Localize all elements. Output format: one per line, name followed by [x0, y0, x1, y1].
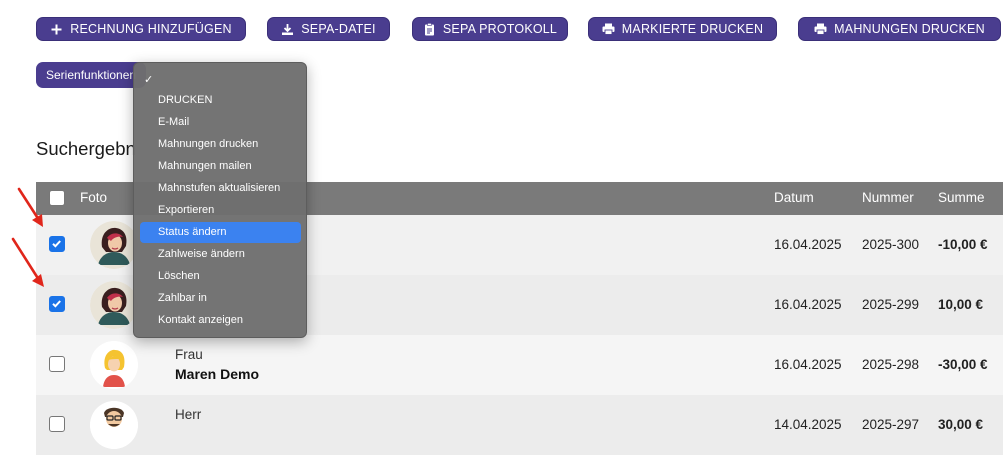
select-all-checkbox[interactable]: [49, 190, 65, 206]
checkmark-icon: ✓: [144, 74, 154, 86]
header-sum: Summe: [938, 190, 985, 205]
row-checkbox[interactable]: [49, 356, 65, 372]
red-arrow-icon: [11, 237, 44, 287]
sepa-file-label: SEPA-DATEI: [301, 22, 376, 36]
menu-item-drucken[interactable]: DRUCKEN: [140, 90, 301, 111]
menu-item-status-aendern[interactable]: Status ändern: [140, 222, 301, 243]
row-sum: -10,00 €: [938, 237, 988, 252]
row-number: 2025-300: [862, 237, 920, 252]
menu-item-zahlbar-in[interactable]: Zahlbar in: [140, 288, 301, 309]
print-marked-label: MARKIERTE DRUCKEN: [621, 22, 764, 36]
serial-function-menu: ✓ DRUCKEN E-Mail Mahnungen drucken Mahnu…: [133, 62, 307, 338]
avatar: [90, 341, 138, 389]
avatar: [90, 221, 138, 269]
row-number: 2025-297: [862, 417, 920, 432]
row-checkbox[interactable]: [49, 236, 65, 252]
printer-icon: [602, 23, 615, 36]
printer-icon: [814, 23, 827, 36]
table-row[interactable]: Herr 14.04.2025 2025-297 30,00 €: [36, 395, 1003, 455]
clipboard-icon: [423, 22, 436, 36]
serial-function-label: Serienfunktionen: [46, 68, 137, 82]
row-date: 16.04.2025: [774, 237, 842, 252]
row-name[interactable]: Maren Demo: [175, 366, 259, 382]
menu-item-mahnstufen-aktualisieren[interactable]: Mahnstufen aktualisieren: [140, 178, 301, 199]
add-invoice-button[interactable]: RECHNUNG HINZUFÜGEN: [36, 17, 246, 41]
avatar: [90, 281, 138, 329]
print-marked-button[interactable]: MARKIERTE DRUCKEN: [588, 17, 777, 41]
avatar: [90, 401, 138, 449]
row-date: 16.04.2025: [774, 297, 842, 312]
row-salutation: Herr: [175, 407, 202, 422]
row-date: 14.04.2025: [774, 417, 842, 432]
row-salutation: Frau: [175, 347, 203, 362]
row-sum: 30,00 €: [938, 417, 984, 432]
header-date: Datum: [774, 190, 814, 205]
row-number: 2025-298: [862, 357, 920, 372]
row-number: 2025-299: [862, 297, 920, 312]
plus-icon: [50, 23, 63, 36]
menu-item-zahlweise-aendern[interactable]: Zahlweise ändern: [140, 244, 301, 265]
download-icon: [281, 23, 294, 36]
row-sum: -30,00 €: [938, 357, 988, 372]
menu-item-kontakt-anzeigen[interactable]: Kontakt anzeigen: [140, 310, 301, 331]
row-checkbox[interactable]: [49, 296, 65, 312]
red-arrow-icon: [17, 187, 43, 227]
row-date: 16.04.2025: [774, 357, 842, 372]
menu-item-mahnungen-mailen[interactable]: Mahnungen mailen: [140, 156, 301, 177]
row-checkbox[interactable]: [49, 416, 65, 432]
serial-function-select[interactable]: Serienfunktionen: [36, 62, 146, 88]
table-row[interactable]: Frau Maren Demo 16.04.2025 2025-298 -30,…: [36, 335, 1003, 395]
header-number: Nummer: [862, 190, 914, 205]
menu-item-mahnungen-drucken[interactable]: Mahnungen drucken: [140, 134, 301, 155]
sepa-log-label: SEPA PROTOKOLL: [442, 22, 558, 36]
print-reminders-button[interactable]: MAHNUNGEN DRUCKEN: [798, 17, 1001, 41]
menu-check-item[interactable]: ✓: [140, 70, 301, 91]
sepa-file-button[interactable]: SEPA-DATEI: [267, 17, 390, 41]
menu-item-loeschen[interactable]: Löschen: [140, 266, 301, 287]
menu-item-email[interactable]: E-Mail: [140, 112, 301, 133]
menu-item-exportieren[interactable]: Exportieren: [140, 200, 301, 221]
add-invoice-label: RECHNUNG HINZUFÜGEN: [70, 22, 232, 36]
results-heading: Suchergebnisse: [36, 138, 136, 159]
row-sum: 10,00 €: [938, 297, 984, 312]
header-photo: Foto: [80, 190, 108, 205]
sepa-log-button[interactable]: SEPA PROTOKOLL: [412, 17, 568, 41]
print-reminders-label: MAHNUNGEN DRUCKEN: [834, 22, 985, 36]
